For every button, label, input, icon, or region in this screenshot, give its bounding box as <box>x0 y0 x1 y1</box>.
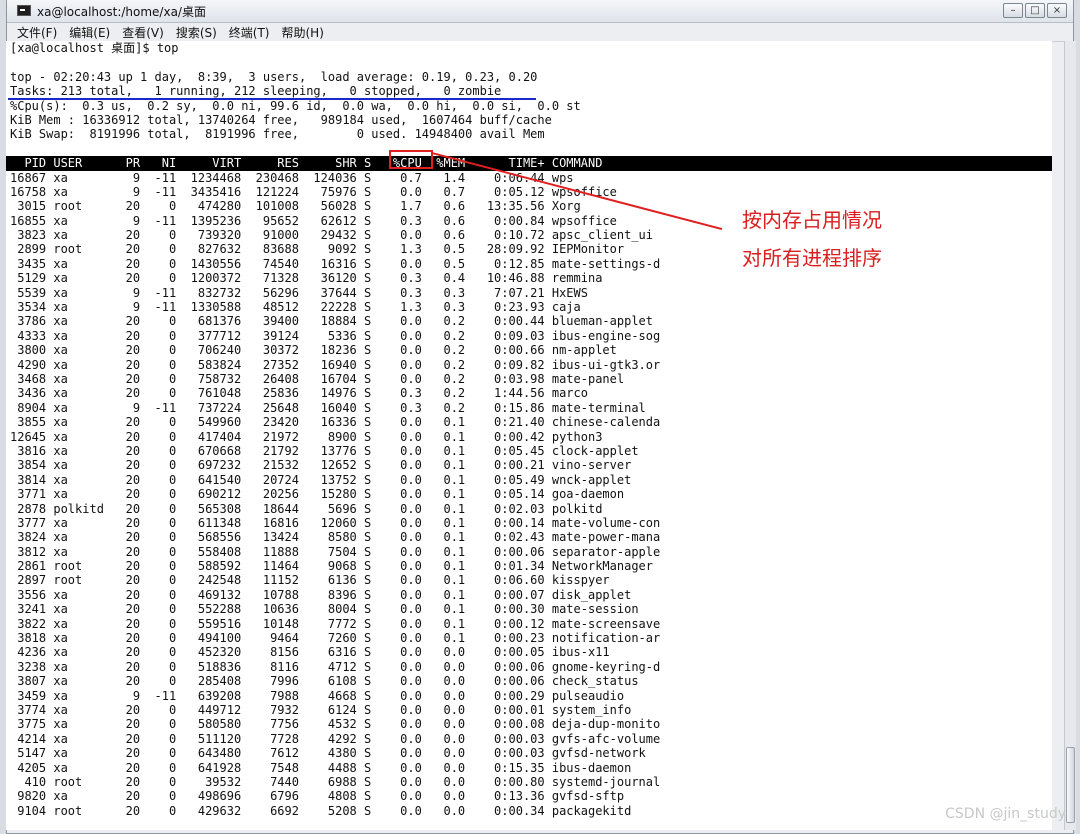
process-row: 3241 xa 20 0 552288 10636 8004 S 0.0 0.1… <box>10 602 639 617</box>
summary-tasks: Tasks: 213 total, 1 running, 212 sleepin… <box>10 84 502 99</box>
process-row: 4205 xa 20 0 641928 7548 4488 S 0.0 0.0 … <box>10 760 632 775</box>
process-row: 2897 root 20 0 242548 11152 6136 S 0.0 0… <box>10 573 610 588</box>
process-row: 3812 xa 20 0 558408 11888 7504 S 0.0 0.1… <box>10 544 661 559</box>
process-row: 3800 xa 20 0 706240 30372 18236 S 0.0 0.… <box>10 343 617 358</box>
process-row: 3777 xa 20 0 611348 16816 12060 S 0.0 0.… <box>10 515 661 530</box>
process-table: 16867 xa 9 -11 1234468 230468 124036 S 0… <box>6 171 1052 819</box>
window-title: xa@localhost:/home/xa/桌面 <box>37 5 206 19</box>
menu-bar: 文件(F) 编辑(E) 查看(V) 搜索(S) 终端(T) 帮助(H) <box>7 23 1073 42</box>
mem-column-highlight <box>389 150 433 169</box>
process-row: 12645 xa 20 0 417404 21972 8900 S 0.0 0.… <box>10 429 603 444</box>
process-row: 16855 xa 9 -11 1395236 95652 62612 S 0.3… <box>10 213 617 228</box>
summary-uptime: top - 02:20:43 up 1 day, 8:39, 3 users, … <box>10 69 538 84</box>
summary-mem: KiB Mem : 16336912 total, 13740264 free,… <box>10 112 552 127</box>
process-row: 3816 xa 20 0 670668 21792 13776 S 0.0 0.… <box>10 443 639 458</box>
scrollbar[interactable] <box>1064 41 1076 830</box>
process-row: 16758 xa 9 -11 3435416 121224 75976 S 0.… <box>10 184 617 199</box>
menu-file[interactable]: 文件(F) <box>17 24 57 41</box>
process-row: 3775 xa 20 0 580580 7756 4532 S 0.0 0.0 … <box>10 717 661 732</box>
process-row: 9104 root 20 0 429632 6692 5208 S 0.0 0.… <box>10 803 632 818</box>
close-button[interactable]: × <box>1047 3 1067 18</box>
process-row: 3468 xa 20 0 758732 26408 16704 S 0.0 0.… <box>10 371 625 386</box>
process-row: 3459 xa 9 -11 639208 7988 4668 S 0.0 0.0… <box>10 688 625 703</box>
title-bar[interactable]: xa@localhost:/home/xa/桌面 – □ × <box>7 0 1073 23</box>
process-row: 3771 xa 20 0 690212 20256 15280 S 0.0 0.… <box>10 487 625 502</box>
process-row: 2861 root 20 0 588592 11464 9068 S 0.0 0… <box>10 559 653 574</box>
tasks-underline <box>8 98 536 100</box>
process-row: 4214 xa 20 0 511120 7728 4292 S 0.0 0.0 … <box>10 731 661 746</box>
shell-prompt: [xa@localhost 桌面]$ top <box>10 41 179 55</box>
scrollbar-thumb[interactable] <box>1066 747 1075 823</box>
process-row: 3238 xa 20 0 518836 8116 4712 S 0.0 0.0 … <box>10 659 661 674</box>
annotation-line-2: 对所有进程排序 <box>742 246 882 270</box>
process-row: 3822 xa 20 0 559516 10148 7772 S 0.0 0.1… <box>10 616 661 631</box>
process-row: 3534 xa 9 -11 1330588 48512 22228 S 1.3 … <box>10 300 581 315</box>
summary-cpu: %Cpu(s): 0.3 us, 0.2 sy, 0.0 ni, 99.6 id… <box>10 98 581 113</box>
process-row: 5539 xa 9 -11 832732 56296 37644 S 0.3 0… <box>10 285 588 300</box>
minimize-button[interactable]: – <box>1003 3 1023 18</box>
menu-help[interactable]: 帮助(H) <box>282 24 324 41</box>
process-row: 3823 xa 20 0 739320 91000 29432 S 0.0 0.… <box>10 228 653 243</box>
process-row: 9820 xa 20 0 498696 6796 4808 S 0.0 0.0 … <box>10 789 625 804</box>
process-row: 3015 root 20 0 474280 101008 56028 S 1.7… <box>10 199 581 214</box>
terminal-output[interactable]: [xa@localhost 桌面]$ top top - 02:20:43 up… <box>6 41 1052 830</box>
process-row: 4333 xa 20 0 377712 39124 5336 S 0.0 0.2… <box>10 328 661 343</box>
maximize-button[interactable]: □ <box>1025 3 1045 18</box>
column-header: PID USER PR NI VIRT RES SHR S %CPU %MEM … <box>6 156 1052 171</box>
process-row: 5129 xa 20 0 1200372 71328 36120 S 0.3 0… <box>10 271 603 286</box>
process-row: 3774 xa 20 0 449712 7932 6124 S 0.0 0.0 … <box>10 702 632 717</box>
menu-view[interactable]: 查看(V) <box>122 24 164 41</box>
process-row: 3435 xa 20 0 1430556 74540 16316 S 0.0 0… <box>10 256 661 271</box>
menu-search[interactable]: 搜索(S) <box>176 24 217 41</box>
menu-edit[interactable]: 编辑(E) <box>69 24 110 41</box>
watermark: CSDN @jin_study <box>945 806 1066 822</box>
terminal-icon <box>17 5 31 16</box>
process-row: 3436 xa 20 0 761048 25836 14976 S 0.3 0.… <box>10 386 588 401</box>
process-row: 3818 xa 20 0 494100 9464 7260 S 0.0 0.1 … <box>10 631 661 646</box>
process-row: 3824 xa 20 0 568556 13424 8580 S 0.0 0.1… <box>10 530 661 545</box>
process-row: 3807 xa 20 0 285408 7996 6108 S 0.0 0.0 … <box>10 674 639 689</box>
menu-terminal[interactable]: 终端(T) <box>229 24 270 41</box>
process-row: 8904 xa 9 -11 737224 25648 16040 S 0.3 0… <box>10 400 646 415</box>
process-row: 410 root 20 0 39532 7440 6988 S 0.0 0.0 … <box>10 774 661 789</box>
process-row: 3786 xa 20 0 681376 39400 18884 S 0.0 0.… <box>10 314 653 329</box>
summary-swap: KiB Swap: 8191996 total, 8191996 free, 0… <box>10 127 545 142</box>
process-row: 2899 root 20 0 827632 83688 9092 S 1.3 0… <box>10 242 625 257</box>
process-row: 3855 xa 20 0 549960 23420 16336 S 0.0 0.… <box>10 415 661 430</box>
process-row: 3854 xa 20 0 697232 21532 12652 S 0.0 0.… <box>10 458 632 473</box>
process-row: 4236 xa 20 0 452320 8156 6316 S 0.0 0.0 … <box>10 645 610 660</box>
process-row: 5147 xa 20 0 643480 7612 4380 S 0.0 0.0 … <box>10 746 646 761</box>
process-row: 3556 xa 20 0 469132 10788 8396 S 0.0 0.1… <box>10 587 632 602</box>
annotation-line-1: 按内存占用情况 <box>742 208 882 232</box>
process-row: 4290 xa 20 0 583824 27352 16940 S 0.0 0.… <box>10 357 661 372</box>
process-row: 3814 xa 20 0 641540 20724 13752 S 0.0 0.… <box>10 472 632 487</box>
process-row: 2878 polkitd 20 0 565308 18644 5696 S 0.… <box>10 501 603 516</box>
